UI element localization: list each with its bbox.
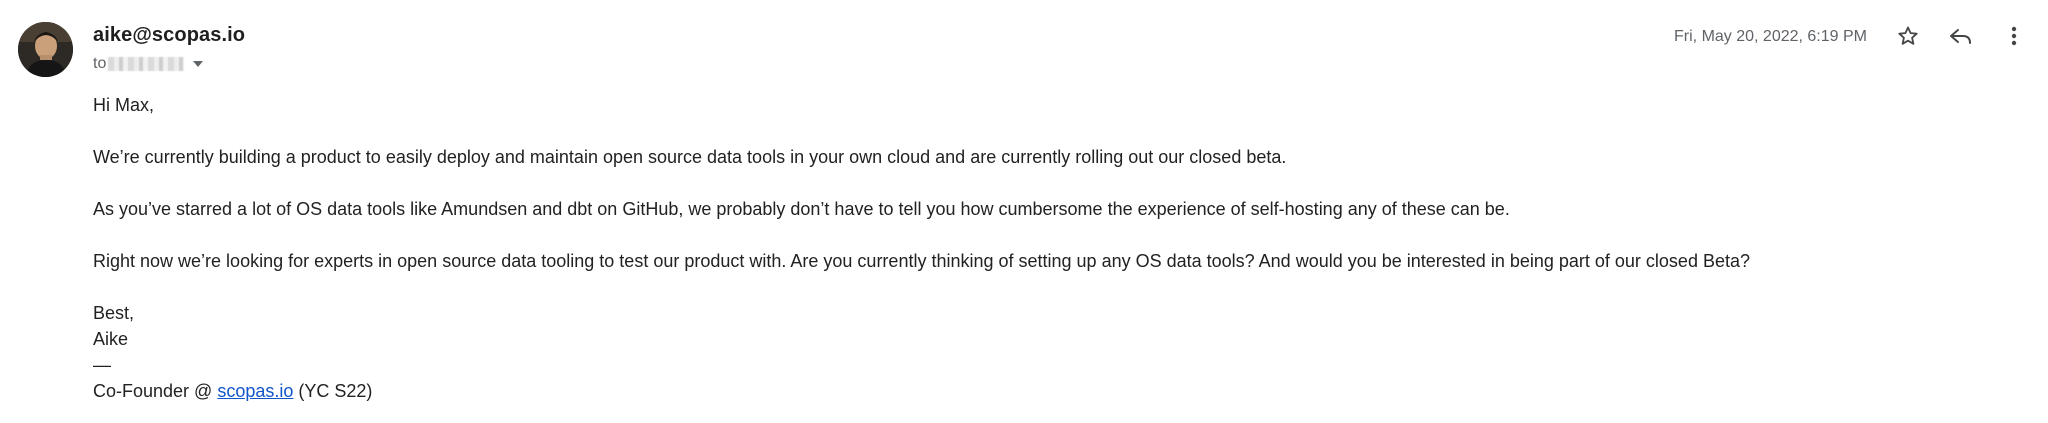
body-paragraph-2: As you’ve starred a lot of OS data tools…: [93, 199, 1510, 219]
recipient-redacted: [108, 57, 185, 71]
to-label: to: [93, 55, 107, 72]
signature-name: Aike: [93, 329, 129, 349]
reply-button[interactable]: [1945, 20, 1977, 52]
reply-icon: [1950, 29, 1971, 44]
more-options-button[interactable]: [1998, 20, 2030, 52]
body-paragraph-3: Right now we’re looking for experts in o…: [93, 251, 1750, 271]
message-body: Hi Max, We’re currently building a produ…: [93, 92, 1993, 404]
star-button[interactable]: [1892, 20, 1924, 52]
signature-title-prefix: Co-Founder @: [93, 381, 218, 401]
greeting: Hi Max,: [93, 95, 155, 115]
body-paragraph-1: We’re currently building a product to ea…: [93, 147, 1287, 167]
company-link[interactable]: scopas.io: [217, 381, 293, 401]
chevron-down-icon[interactable]: [193, 61, 204, 67]
signature-title-suffix: (YC S22): [293, 381, 373, 401]
avatar[interactable]: [18, 22, 73, 77]
email-message: aike@scopas.io to Fri, May 20, 2022, 6:1…: [0, 0, 2048, 423]
signature-title: Co-Founder @ scopas.io (YC S22): [93, 378, 1993, 404]
signoff: Best,: [93, 303, 135, 323]
recipient-row: to: [93, 54, 204, 74]
star-icon: [1898, 26, 1918, 45]
signature-dash: —: [93, 355, 111, 375]
more-vertical-icon: [2011, 26, 2017, 46]
sender-email[interactable]: aike@scopas.io: [93, 24, 245, 47]
message-date: Fri, May 20, 2022, 6:19 PM: [1674, 28, 1867, 45]
